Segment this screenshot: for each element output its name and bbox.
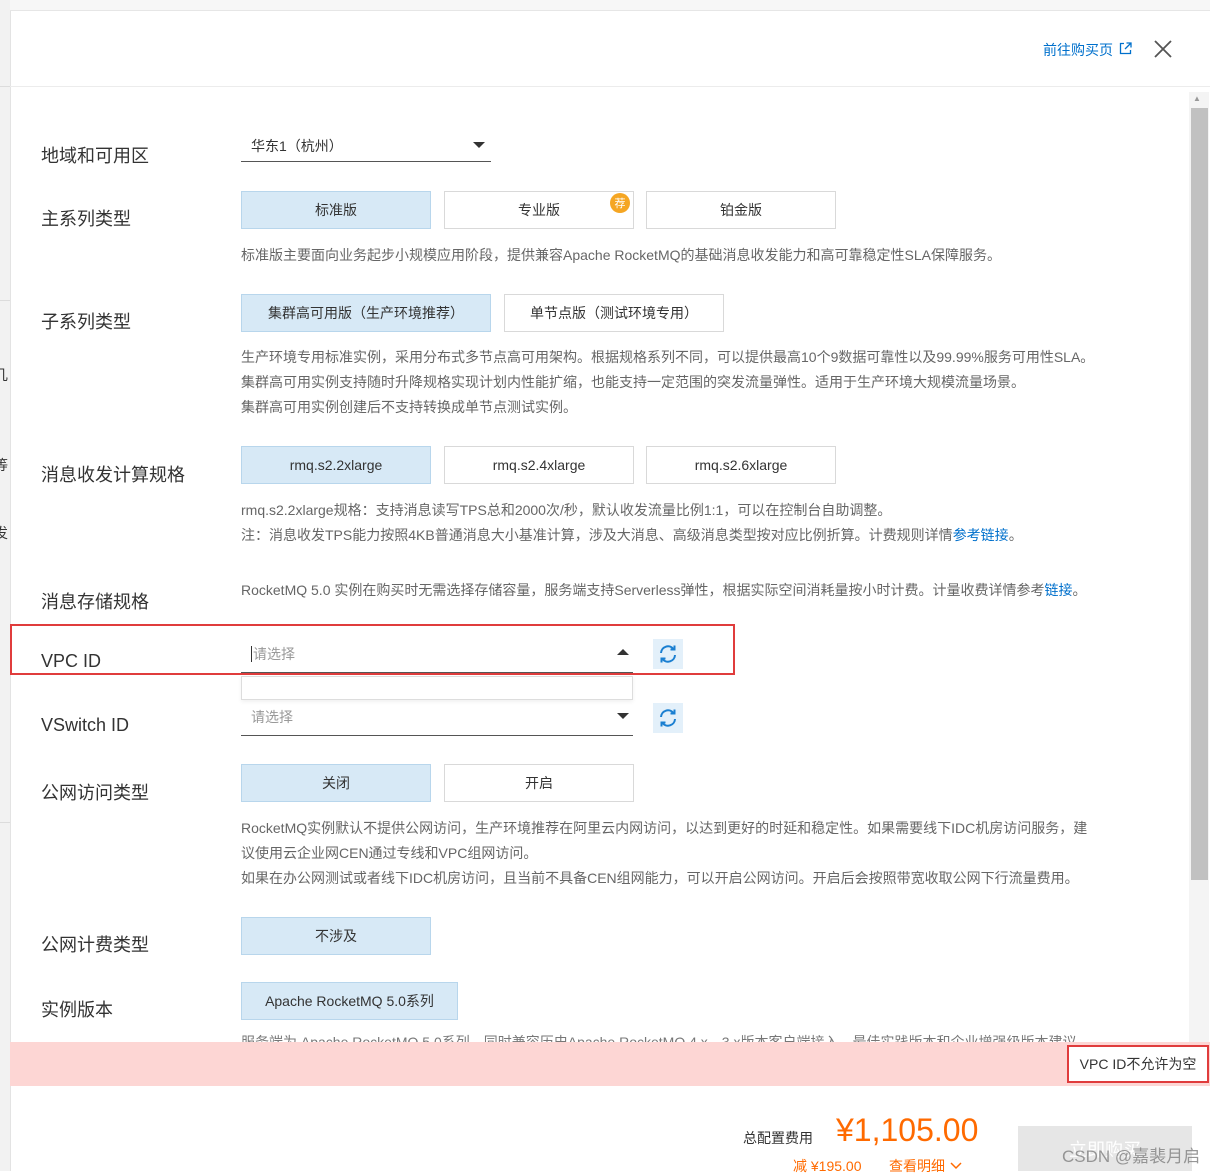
option-spec-2xlarge[interactable]: rmq.s2.2xlarge — [241, 446, 431, 484]
total-cost-label: 总配置费用 — [743, 1130, 813, 1146]
vpc-refresh-icon[interactable] — [653, 639, 683, 669]
pricing-reference-link[interactable]: 参考链接 — [953, 527, 1009, 543]
main-series-label: 主系列类型 — [41, 209, 131, 229]
sub-series-description-2: 集群高可用实例支持随时升降规格实现计划内性能扩缩，也能支持一定范围的突发流量弹性… — [241, 374, 1025, 390]
buy-page-link[interactable]: 前往购买页 — [1043, 40, 1132, 60]
scroll-up-arrow-icon[interactable]: ▲ — [1193, 94, 1201, 103]
recommend-badge: 荐 — [610, 193, 630, 213]
option-cluster-ha[interactable]: 集群高可用版（生产环境推荐） — [241, 294, 491, 332]
public-access-description-3: 如果在办公网测试或者线下IDC机房访问，且当前不具备CEN组网能力，可以开启公网… — [241, 870, 1079, 886]
instance-version-label: 实例版本 — [41, 1000, 113, 1020]
view-details-label: 查看明细 — [889, 1158, 945, 1174]
vswitch-select[interactable]: 请选择 — [241, 698, 633, 736]
region-label: 地域和可用区 — [41, 146, 149, 166]
text-cursor — [251, 645, 252, 662]
option-public-on[interactable]: 开启 — [444, 764, 634, 802]
background-text-fragment: 几 — [0, 367, 8, 383]
region-value: 华东1（杭州） — [251, 137, 343, 154]
storage-spec-text: RocketMQ 5.0 实例在购买时无需选择存储容量，服务端支持Serverl… — [241, 582, 1045, 598]
background-text-fragment: 等 — [0, 457, 8, 473]
error-bar — [10, 1042, 1210, 1086]
vswitch-label: VSwitch ID — [41, 715, 130, 735]
compute-spec-note-end: 。 — [1008, 527, 1023, 543]
option-public-off[interactable]: 关闭 — [241, 764, 431, 802]
caret-down-icon — [473, 142, 485, 148]
vpc-select[interactable]: 请选择 — [241, 635, 633, 673]
total-price: ¥1,105.00 — [836, 1112, 979, 1148]
storage-spec-description: RocketMQ 5.0 实例在购买时无需选择存储容量，服务端支持Serverl… — [241, 578, 1087, 603]
external-link-icon — [1119, 42, 1132, 58]
option-professional[interactable]: 专业版 — [444, 191, 634, 229]
chevron-down-icon — [949, 1158, 963, 1174]
compute-spec-description-1: rmq.s2.2xlarge规格：支持消息读写TPS总和2000次/秒，默认收发… — [241, 502, 892, 518]
strip-divider — [0, 300, 10, 301]
top-edge — [10, 0, 1210, 11]
vpc-label: VPC ID — [41, 651, 102, 671]
sub-series-label: 子系列类型 — [41, 312, 131, 332]
instance-version-description: 服务端为 Apache RocketMQ 5.0系列，同时兼容历史Apache … — [241, 1034, 1077, 1042]
public-access-label: 公网访问类型 — [41, 783, 149, 803]
watermark: CSDN @嘉裴月启 — [1062, 1147, 1201, 1166]
option-single-node[interactable]: 单节点版（测试环境专用） — [504, 294, 724, 332]
main-series-description: 标准版主要面向业务起步小规模应用阶段，提供兼容Apache RocketMQ的基… — [241, 247, 1001, 263]
compute-spec-note: 注：消息收发TPS能力按照4KB普通消息大小基准计算，涉及大消息、高级消息类型按… — [241, 527, 953, 543]
buy-page-link-label: 前往购买页 — [1043, 42, 1113, 58]
error-message: VPC ID不允许为空 — [1067, 1045, 1209, 1083]
discount-amount: 减 ¥195.00 — [793, 1158, 862, 1174]
public-access-description-2: 议使用云企业网CEN通过专线和VPC组网访问。 — [241, 845, 538, 861]
option-rocketmq-5[interactable]: Apache RocketMQ 5.0系列 — [241, 982, 458, 1020]
public-access-description-1: RocketMQ实例默认不提供公网访问，生产环境推荐在阿里云内网访问，以达到更好… — [241, 820, 1088, 836]
option-spec-6xlarge[interactable]: rmq.s2.6xlarge — [646, 446, 836, 484]
vswitch-placeholder: 请选择 — [251, 708, 293, 725]
caret-down-icon — [617, 713, 629, 719]
strip-divider — [0, 822, 10, 823]
background-strip: 几 等 发 — [0, 0, 11, 1171]
storage-billing-link[interactable]: 链接 — [1045, 582, 1073, 598]
option-not-applicable[interactable]: 不涉及 — [241, 917, 431, 955]
vpc-placeholder: 请选择 — [253, 645, 295, 662]
close-icon[interactable] — [1150, 36, 1176, 62]
background-text-fragment: 发 — [0, 525, 8, 541]
view-details-link[interactable]: 查看明细 — [889, 1156, 963, 1176]
vpc-dropdown-list[interactable] — [241, 676, 633, 700]
scrollbar-thumb[interactable] — [1191, 108, 1208, 880]
header-divider — [10, 86, 1210, 87]
storage-spec-text-end: 。 — [1072, 582, 1087, 598]
sub-series-description-3: 集群高可用实例创建后不支持转换成单节点测试实例。 — [241, 399, 577, 415]
sub-series-description-1: 生产环境专用标准实例，采用分布式多节点高可用架构。根据规格系列不同，可以提供最高… — [241, 349, 1095, 365]
storage-spec-label: 消息存储规格 — [41, 592, 149, 612]
caret-up-icon — [617, 649, 629, 655]
compute-spec-label: 消息收发计算规格 — [41, 465, 185, 485]
compute-spec-description-2: 注：消息收发TPS能力按照4KB普通消息大小基准计算，涉及大消息、高级消息类型按… — [241, 523, 1023, 548]
option-standard[interactable]: 标准版 — [241, 191, 431, 229]
public-billing-label: 公网计费类型 — [41, 935, 149, 955]
vswitch-refresh-icon[interactable] — [653, 703, 683, 733]
option-platinum[interactable]: 铂金版 — [646, 191, 836, 229]
strip-divider — [0, 86, 10, 87]
region-select[interactable]: 华东1（杭州） — [241, 130, 491, 162]
option-spec-4xlarge[interactable]: rmq.s2.4xlarge — [444, 446, 634, 484]
